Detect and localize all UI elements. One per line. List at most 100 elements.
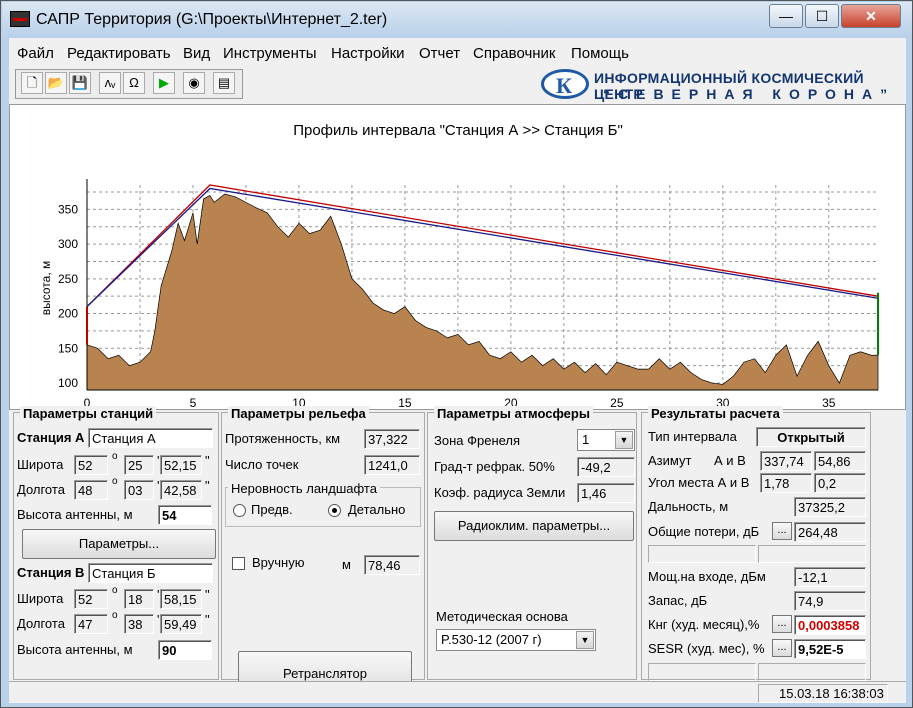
radio-detailed-label: Детально <box>348 502 406 517</box>
empty-field <box>648 663 756 681</box>
earth-radius-label: Коэф. радиуса Земли <box>434 485 566 500</box>
a-lon-label: Долгота <box>17 482 65 497</box>
refraction-field: -49,2 <box>577 457 635 477</box>
y-tick-label: 100 <box>58 376 78 390</box>
station-a-label: Станция А <box>17 430 85 445</box>
b-lat-min-field[interactable]: 18 <box>124 589 154 609</box>
input-power-label: Мощ.на входе, дБм <box>648 569 766 584</box>
sec-mark: " <box>205 453 210 468</box>
b-lat-sec-field[interactable]: 58,15 <box>160 589 202 609</box>
kng-label: Кнг (худ. месяц),% <box>648 617 760 632</box>
a-lat-sec-field[interactable]: 52,15 <box>160 455 202 475</box>
y-tick-label: 300 <box>58 237 78 251</box>
input-power-field: -12,1 <box>794 567 866 587</box>
manual-unit: м <box>342 557 351 572</box>
open-folder-icon[interactable]: 📂 <box>45 72 67 94</box>
logo-mark: К <box>541 69 589 99</box>
sec-mark: " <box>205 587 210 602</box>
a-lat-min-field[interactable]: 25 <box>124 455 154 475</box>
length-label: Протяженность, км <box>225 431 341 446</box>
manual-checkbox[interactable] <box>232 557 245 570</box>
relief-panel: Параметры рельефа Протяженность, км 37,3… <box>221 406 425 697</box>
radio-preliminary[interactable] <box>233 504 246 517</box>
status-datetime: 15.03.18 16:38:03 <box>758 684 888 703</box>
new-file-icon[interactable]: 🗋 <box>21 72 43 94</box>
atm-panel-title: Параметры атмосферы <box>434 406 593 421</box>
loss-details-button[interactable]: ... <box>772 522 792 540</box>
menu-view[interactable]: Вид <box>183 45 210 62</box>
manual-value-field[interactable]: 78,46 <box>364 555 420 575</box>
distance-field: 37325,2 <box>794 497 866 517</box>
margin-field: 74,9 <box>794 591 866 611</box>
deg-mark: o <box>112 451 118 462</box>
globe-icon[interactable]: ◉ <box>183 72 205 94</box>
app-window: САПР Территория (G:\Проекты\Интернет_2.t… <box>0 0 913 708</box>
fresnel-label: Зона Френеля <box>434 433 521 448</box>
relief-panel-title: Параметры рельефа <box>228 406 369 421</box>
menu-tools[interactable]: Инструменты <box>223 45 317 62</box>
deg-mark: o <box>112 476 118 487</box>
sesr-details-button[interactable]: ... <box>772 639 792 657</box>
save-icon[interactable]: 💾 <box>69 72 91 94</box>
maximize-button[interactable]: ☐ <box>805 4 839 28</box>
station-b-name-field[interactable]: Станция Б <box>88 563 213 583</box>
kng-field: 0,0003858 <box>794 615 866 635</box>
b-height-label: Высота антенны, м <box>17 642 133 657</box>
b-lon-sec-field[interactable]: 59,49 <box>160 614 202 634</box>
b-lon-min-field[interactable]: 38 <box>124 614 154 634</box>
kng-details-button[interactable]: ... <box>772 615 792 633</box>
menu-file[interactable]: Файл <box>17 45 54 62</box>
x-tick-label: 25 <box>610 396 624 409</box>
y-axis-label: высота, м <box>39 261 53 316</box>
radioclim-button[interactable]: Радиоклим. параметры... <box>434 511 634 541</box>
length-field: 37,322 <box>364 429 420 449</box>
menu-help[interactable]: Помощь <box>571 45 629 62</box>
x-tick-label: 35 <box>822 396 836 409</box>
roughness-title: Неровность ландшафта <box>228 481 380 496</box>
station-a-name-field[interactable]: Станция А <box>88 428 213 448</box>
menu-edit[interactable]: Редактировать <box>67 45 171 62</box>
profile-icon[interactable]: ᴧᵥ <box>99 72 121 94</box>
menu-report[interactable]: Отчет <box>419 45 460 62</box>
logo-line2: “СЕВЕРНАЯ КОРОНА” <box>603 86 896 102</box>
sec-mark: " <box>205 612 210 627</box>
refraction-label: Град-т рефрак. 50% <box>434 459 555 474</box>
y-tick-label: 250 <box>58 272 78 286</box>
run-icon[interactable]: ▶ <box>153 72 175 94</box>
radio-detailed[interactable] <box>328 504 341 517</box>
b-lon-deg-field[interactable]: 47 <box>74 614 108 634</box>
menu-reference[interactable]: Справочник <box>473 45 556 62</box>
fresnel-select[interactable]: 1 ▼ <box>577 429 635 451</box>
a-height-field[interactable]: 54 <box>158 505 212 525</box>
points-field: 1241,0 <box>364 455 420 475</box>
b-height-field[interactable]: 90 <box>158 640 212 660</box>
toolbar: 🗋 📂 💾 ᴧᵥ Ω ▶ ◉ ▤ К ИНФОРМАЦИОННЫЙ КОСМИЧ… <box>9 66 906 102</box>
interval-type-field: Открытый <box>756 427 866 447</box>
azimuth-ab-label: А и В <box>714 453 746 468</box>
app-icon <box>10 11 30 27</box>
antenna-icon[interactable]: Ω <box>123 72 145 94</box>
a-lon-deg-field[interactable]: 48 <box>74 480 108 500</box>
menu-bar: Файл Редактировать Вид Инструменты Настр… <box>9 38 906 66</box>
deg-mark: o <box>112 610 118 621</box>
a-lon-sec-field[interactable]: 42,58 <box>160 480 202 500</box>
terrain-profile-area <box>86 193 879 391</box>
report-icon[interactable]: ▤ <box>213 72 235 94</box>
menu-settings[interactable]: Настройки <box>331 45 405 62</box>
elevation-b-field: 0,2 <box>814 473 866 493</box>
a-lat-deg-field[interactable]: 52 <box>74 455 108 475</box>
method-value: P.530-12 (2007 г) <box>441 632 542 647</box>
radio-preliminary-label: Предв. <box>251 502 293 517</box>
b-lat-deg-field[interactable]: 52 <box>74 589 108 609</box>
method-select[interactable]: P.530-12 (2007 г) ▼ <box>436 629 596 651</box>
a-lon-min-field[interactable]: 03 <box>124 480 154 500</box>
empty-field <box>758 663 866 681</box>
close-button[interactable]: ✕ <box>841 4 901 28</box>
title-bar[interactable]: САПР Территория (G:\Проекты\Интернет_2.t… <box>2 2 912 37</box>
minimize-button[interactable]: — <box>769 4 803 28</box>
sesr-label: SESR (худ. мес), % <box>648 641 765 656</box>
margin-label: Запас, дБ <box>648 593 708 608</box>
station-params-button[interactable]: Параметры... <box>22 529 216 559</box>
loss-field: 264,48 <box>794 522 866 542</box>
chart-title: Профиль интервала "Станция А >> Станция … <box>293 122 623 139</box>
